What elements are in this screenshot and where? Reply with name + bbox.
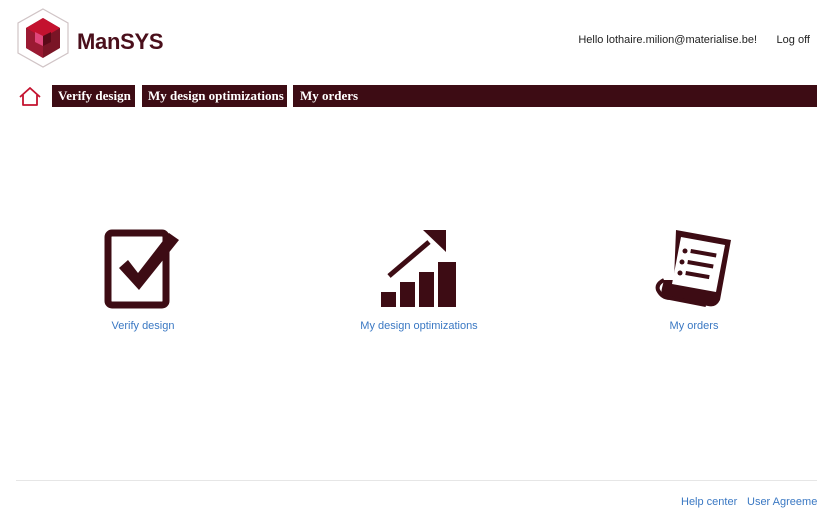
brand-name: ManSYS <box>77 29 164 54</box>
growth-chart-icon <box>381 230 456 307</box>
mansys-logo <box>17 8 69 68</box>
tile-verify-design-label[interactable]: Verify design <box>93 320 193 332</box>
checkbox-icon <box>104 229 179 309</box>
tile-my-orders[interactable]: My orders <box>648 228 740 332</box>
user-greeting: Hello lothaire.milion@materialise.be! <box>578 34 757 46</box>
user-agreement-link[interactable]: User Agreemen <box>747 496 817 508</box>
document-list-icon <box>655 230 731 307</box>
help-center-link[interactable]: Help center <box>681 496 737 508</box>
nav-verify-design[interactable]: Verify design <box>52 85 135 107</box>
logoff-link[interactable]: Log off <box>777 34 810 46</box>
tile-my-orders-label[interactable]: My orders <box>648 320 740 332</box>
nav-my-orders[interactable]: My orders <box>294 85 394 107</box>
tile-verify-design[interactable]: Verify design <box>93 228 193 332</box>
main-nav: Verify design My design optimizations My… <box>16 85 817 107</box>
tile-my-design-optimizations[interactable]: My design optimizations <box>349 228 489 332</box>
nav-my-design-optimizations[interactable]: My design optimizations <box>142 85 287 107</box>
home-icon[interactable] <box>18 86 42 107</box>
footer-divider <box>16 480 817 481</box>
tile-my-design-optimizations-label[interactable]: My design optimizations <box>349 320 489 332</box>
